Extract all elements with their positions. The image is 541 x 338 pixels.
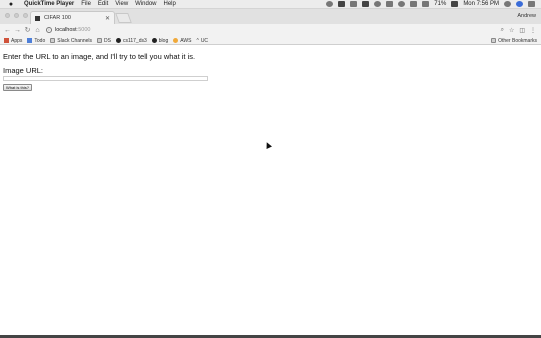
bookmark-ds[interactable]: DS bbox=[97, 38, 111, 44]
profile-name[interactable]: Andrew bbox=[517, 13, 536, 19]
battery-percent[interactable]: 71% bbox=[434, 1, 446, 7]
reload-icon[interactable]: ↻ bbox=[23, 26, 32, 34]
extension-icon[interactable]: ◫ bbox=[519, 27, 525, 34]
home-icon[interactable]: ⌂ bbox=[33, 27, 42, 34]
bookmark-label: AWS bbox=[180, 37, 192, 44]
wifi-icon[interactable] bbox=[398, 1, 406, 7]
bluetooth-icon[interactable] bbox=[386, 1, 394, 7]
minimize-window-button[interactable] bbox=[14, 13, 19, 18]
siri-icon[interactable] bbox=[516, 1, 523, 7]
other-bookmarks[interactable]: Other Bookmarks bbox=[491, 38, 537, 44]
tab-title: CIFAR 100 bbox=[44, 15, 71, 21]
bookmark-star-icon[interactable]: ☆ bbox=[509, 27, 514, 34]
new-tab-button[interactable] bbox=[115, 13, 132, 23]
forward-arrow-icon[interactable]: → bbox=[13, 27, 22, 34]
url-host: localhost bbox=[55, 27, 77, 33]
back-arrow-icon[interactable]: ← bbox=[3, 27, 12, 34]
github-icon bbox=[151, 38, 157, 43]
dropbox-icon[interactable] bbox=[338, 1, 346, 7]
apple-menu-icon[interactable]: ● bbox=[6, 1, 16, 8]
chrome-menu-icon[interactable]: ⋮ bbox=[530, 27, 536, 34]
folder-icon bbox=[491, 38, 497, 43]
volume-icon[interactable] bbox=[422, 1, 430, 7]
bookmark-cs117[interactable]: cs117_ds3 bbox=[115, 37, 147, 44]
bookmarks-bar: Apps Todo Slack Channels DS cs117_ds3 bl… bbox=[0, 36, 541, 45]
site-info-icon[interactable]: i bbox=[46, 27, 52, 33]
tab-strip: CIFAR 100 ✕ Andrew bbox=[0, 9, 541, 24]
bookmark-label: Todo bbox=[34, 37, 46, 44]
menu-app-name[interactable]: QuickTime Player bbox=[24, 1, 74, 7]
menu-window[interactable]: Window bbox=[135, 1, 156, 7]
close-tab-icon[interactable]: ✕ bbox=[105, 15, 110, 22]
browser-chrome: CIFAR 100 ✕ Andrew ← → ↻ ⌂ i localhost:5… bbox=[0, 9, 541, 45]
bookmark-label: DS bbox=[104, 37, 111, 44]
drive-icon[interactable] bbox=[350, 1, 358, 7]
menu-bar-tray: 71% Mon 7:56 PM bbox=[326, 1, 535, 7]
folder-icon bbox=[50, 38, 56, 43]
bookmark-slack-channels[interactable]: Slack Channels bbox=[50, 38, 92, 44]
bookmark-label: Apps bbox=[11, 37, 23, 44]
bookmark-blog[interactable]: blog bbox=[151, 37, 169, 44]
time-machine-icon[interactable] bbox=[374, 1, 382, 7]
battery-icon[interactable] bbox=[451, 1, 459, 7]
evernote-icon[interactable] bbox=[362, 1, 370, 7]
bookmark-label: UC bbox=[200, 37, 209, 44]
browser-toolbar: ← → ↻ ⌂ i localhost:5000 ⌕ ☆ ◫ ⋮ bbox=[0, 24, 541, 36]
menu-view[interactable]: View bbox=[115, 1, 128, 7]
page-content: Enter the URL to an image, and I'll try … bbox=[0, 46, 541, 338]
aws-icon bbox=[173, 38, 179, 43]
other-bookmarks-label: Other Bookmarks bbox=[498, 37, 537, 44]
menu-help[interactable]: Help bbox=[164, 1, 176, 7]
github-icon bbox=[115, 38, 121, 43]
window-controls bbox=[5, 13, 28, 18]
tab-cifar[interactable]: CIFAR 100 ✕ bbox=[30, 11, 115, 24]
toolbar-icons: ⌕ ☆ ◫ ⋮ bbox=[501, 27, 536, 34]
bookmark-label: cs117_ds3 bbox=[122, 37, 147, 44]
apps-grid-icon bbox=[4, 38, 9, 43]
caret-icon: ^ bbox=[196, 38, 199, 44]
intro-text: Enter the URL to an image, and I'll try … bbox=[3, 52, 196, 61]
image-url-label: Image URL: bbox=[3, 66, 44, 75]
tray-app-icon[interactable] bbox=[326, 1, 334, 7]
page-favicon-icon bbox=[35, 15, 40, 21]
spotlight-icon[interactable] bbox=[504, 1, 511, 7]
trello-icon bbox=[27, 38, 33, 43]
menu-file[interactable]: File bbox=[81, 1, 91, 7]
bookmark-label: blog bbox=[158, 37, 169, 44]
bookmark-aws[interactable]: AWS bbox=[173, 38, 191, 44]
url-port: :5000 bbox=[76, 27, 91, 33]
zoom-search-icon[interactable]: ⌕ bbox=[501, 27, 504, 34]
what-is-this-button[interactable]: What is this? bbox=[3, 84, 32, 91]
menu-edit[interactable]: Edit bbox=[98, 1, 108, 7]
macos-menu-bar: ● QuickTime Player File Edit View Window… bbox=[0, 0, 541, 9]
airplay-icon[interactable] bbox=[410, 1, 418, 7]
image-url-input[interactable] bbox=[3, 76, 208, 81]
bookmark-uc[interactable]: ^ UC bbox=[196, 37, 209, 45]
notification-center-icon[interactable] bbox=[528, 1, 535, 7]
address-bar[interactable]: i localhost:5000 bbox=[46, 26, 499, 35]
menu-clock[interactable]: Mon 7:56 PM bbox=[463, 1, 499, 7]
bookmark-apps[interactable]: Apps bbox=[4, 38, 22, 44]
close-window-button[interactable] bbox=[5, 13, 10, 18]
folder-icon bbox=[97, 38, 102, 43]
zoom-window-button[interactable] bbox=[23, 13, 28, 18]
bookmark-label: Slack Channels bbox=[57, 37, 92, 44]
bookmark-todo[interactable]: Todo bbox=[27, 38, 45, 44]
